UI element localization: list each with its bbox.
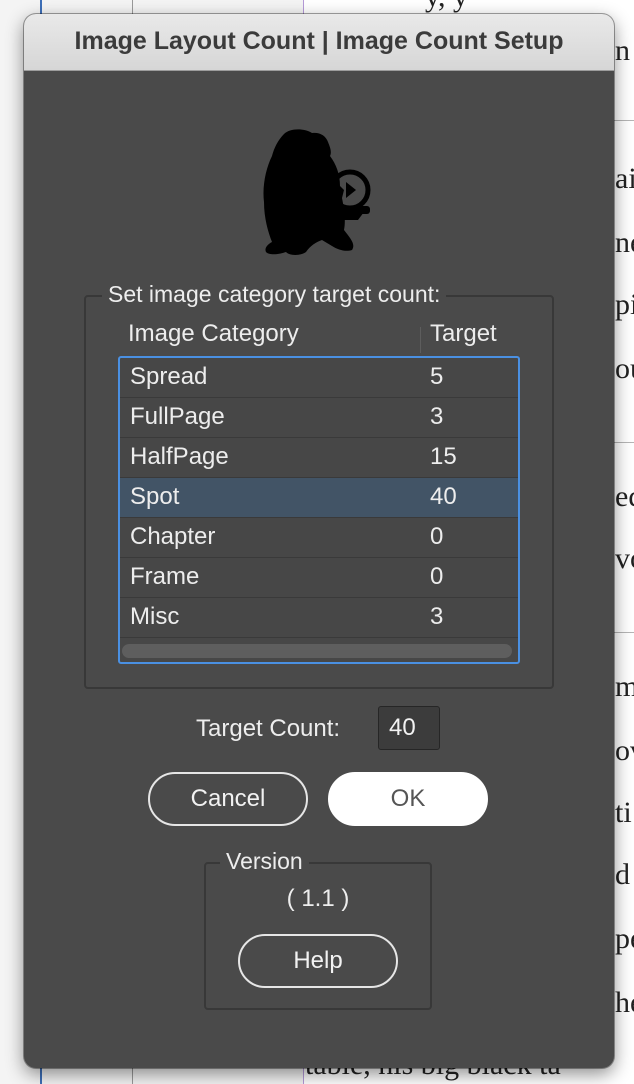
target-cell: 0	[430, 563, 444, 590]
version-number: ( 1.1 )	[286, 885, 350, 912]
list-row-frame[interactable]: Frame 0	[120, 558, 518, 598]
category-cell: FullPage	[130, 403, 225, 430]
document-text-fragment: ne	[615, 226, 634, 259]
document-text-fragment: ou	[615, 352, 634, 385]
category-cell: Frame	[130, 563, 200, 590]
category-cell: Misc	[130, 603, 180, 630]
ok-button[interactable]: OK	[328, 772, 488, 826]
target-cell: 3	[430, 603, 444, 630]
bear-with-lantern-icon	[263, 129, 371, 255]
help-button[interactable]: Help	[238, 934, 398, 988]
target-cell: 0	[430, 523, 444, 550]
target-cell: 40	[430, 483, 457, 510]
category-cell: Spot	[130, 483, 180, 510]
column-divider	[420, 327, 421, 353]
list-row-chapter[interactable]: Chapter 0	[120, 518, 518, 558]
category-cell: HalfPage	[130, 443, 229, 470]
document-text-fragment: ed	[615, 480, 634, 513]
horizontal-scrollbar[interactable]	[122, 644, 512, 658]
document-text-fragment: he	[615, 986, 634, 1019]
version-group-legend: Version	[220, 848, 309, 875]
target-cell: 3	[430, 403, 444, 430]
document-text-fragment: ov	[615, 734, 634, 767]
dialog-titlebar[interactable]: Image Layout Count | Image Count Setup	[24, 14, 614, 71]
list-row-misc[interactable]: Misc 3	[120, 598, 518, 638]
list-row-fullpage[interactable]: FullPage 3	[120, 398, 518, 438]
document-text-fragment: pe	[615, 922, 634, 955]
document-text-fragment: vo	[615, 542, 634, 575]
target-cell: 5	[430, 363, 444, 390]
column-header-target[interactable]: Target	[430, 320, 497, 348]
category-list[interactable]: Spread 5 FullPage 3 HalfPage 15 Spot 40 …	[118, 356, 520, 664]
document-text-fragment: d	[615, 858, 630, 891]
document-text-fragment: m	[615, 670, 634, 703]
document-rule	[614, 120, 634, 121]
document-text-fragment: ai	[615, 162, 634, 195]
list-row-halfpage[interactable]: HalfPage 15	[120, 438, 518, 478]
list-row-spot[interactable]: Spot 40	[120, 478, 518, 518]
target-count-input[interactable]	[378, 706, 440, 750]
cancel-button[interactable]: Cancel	[148, 772, 308, 826]
category-cell: Spread	[130, 363, 208, 390]
document-text-fragment: y, y	[425, 0, 468, 14]
document-text-fragment: ti	[615, 796, 632, 829]
document-rule	[614, 632, 634, 633]
document-text-fragment: n	[615, 34, 630, 67]
category-group-legend: Set image category target count:	[102, 281, 447, 308]
document-text-fragment: pi	[615, 288, 634, 321]
dialog-title: Image Layout Count | Image Count Setup	[74, 27, 564, 55]
list-row-spread[interactable]: Spread 5	[120, 358, 518, 398]
target-cell: 15	[430, 443, 457, 470]
category-cell: Chapter	[130, 523, 216, 550]
column-header-image-category[interactable]: Image Category	[128, 320, 299, 348]
target-count-label: Target Count:	[196, 715, 341, 742]
document-rule	[614, 442, 634, 443]
image-count-setup-dialog: Image Layout Count | Image Count Setup S…	[24, 14, 614, 1068]
